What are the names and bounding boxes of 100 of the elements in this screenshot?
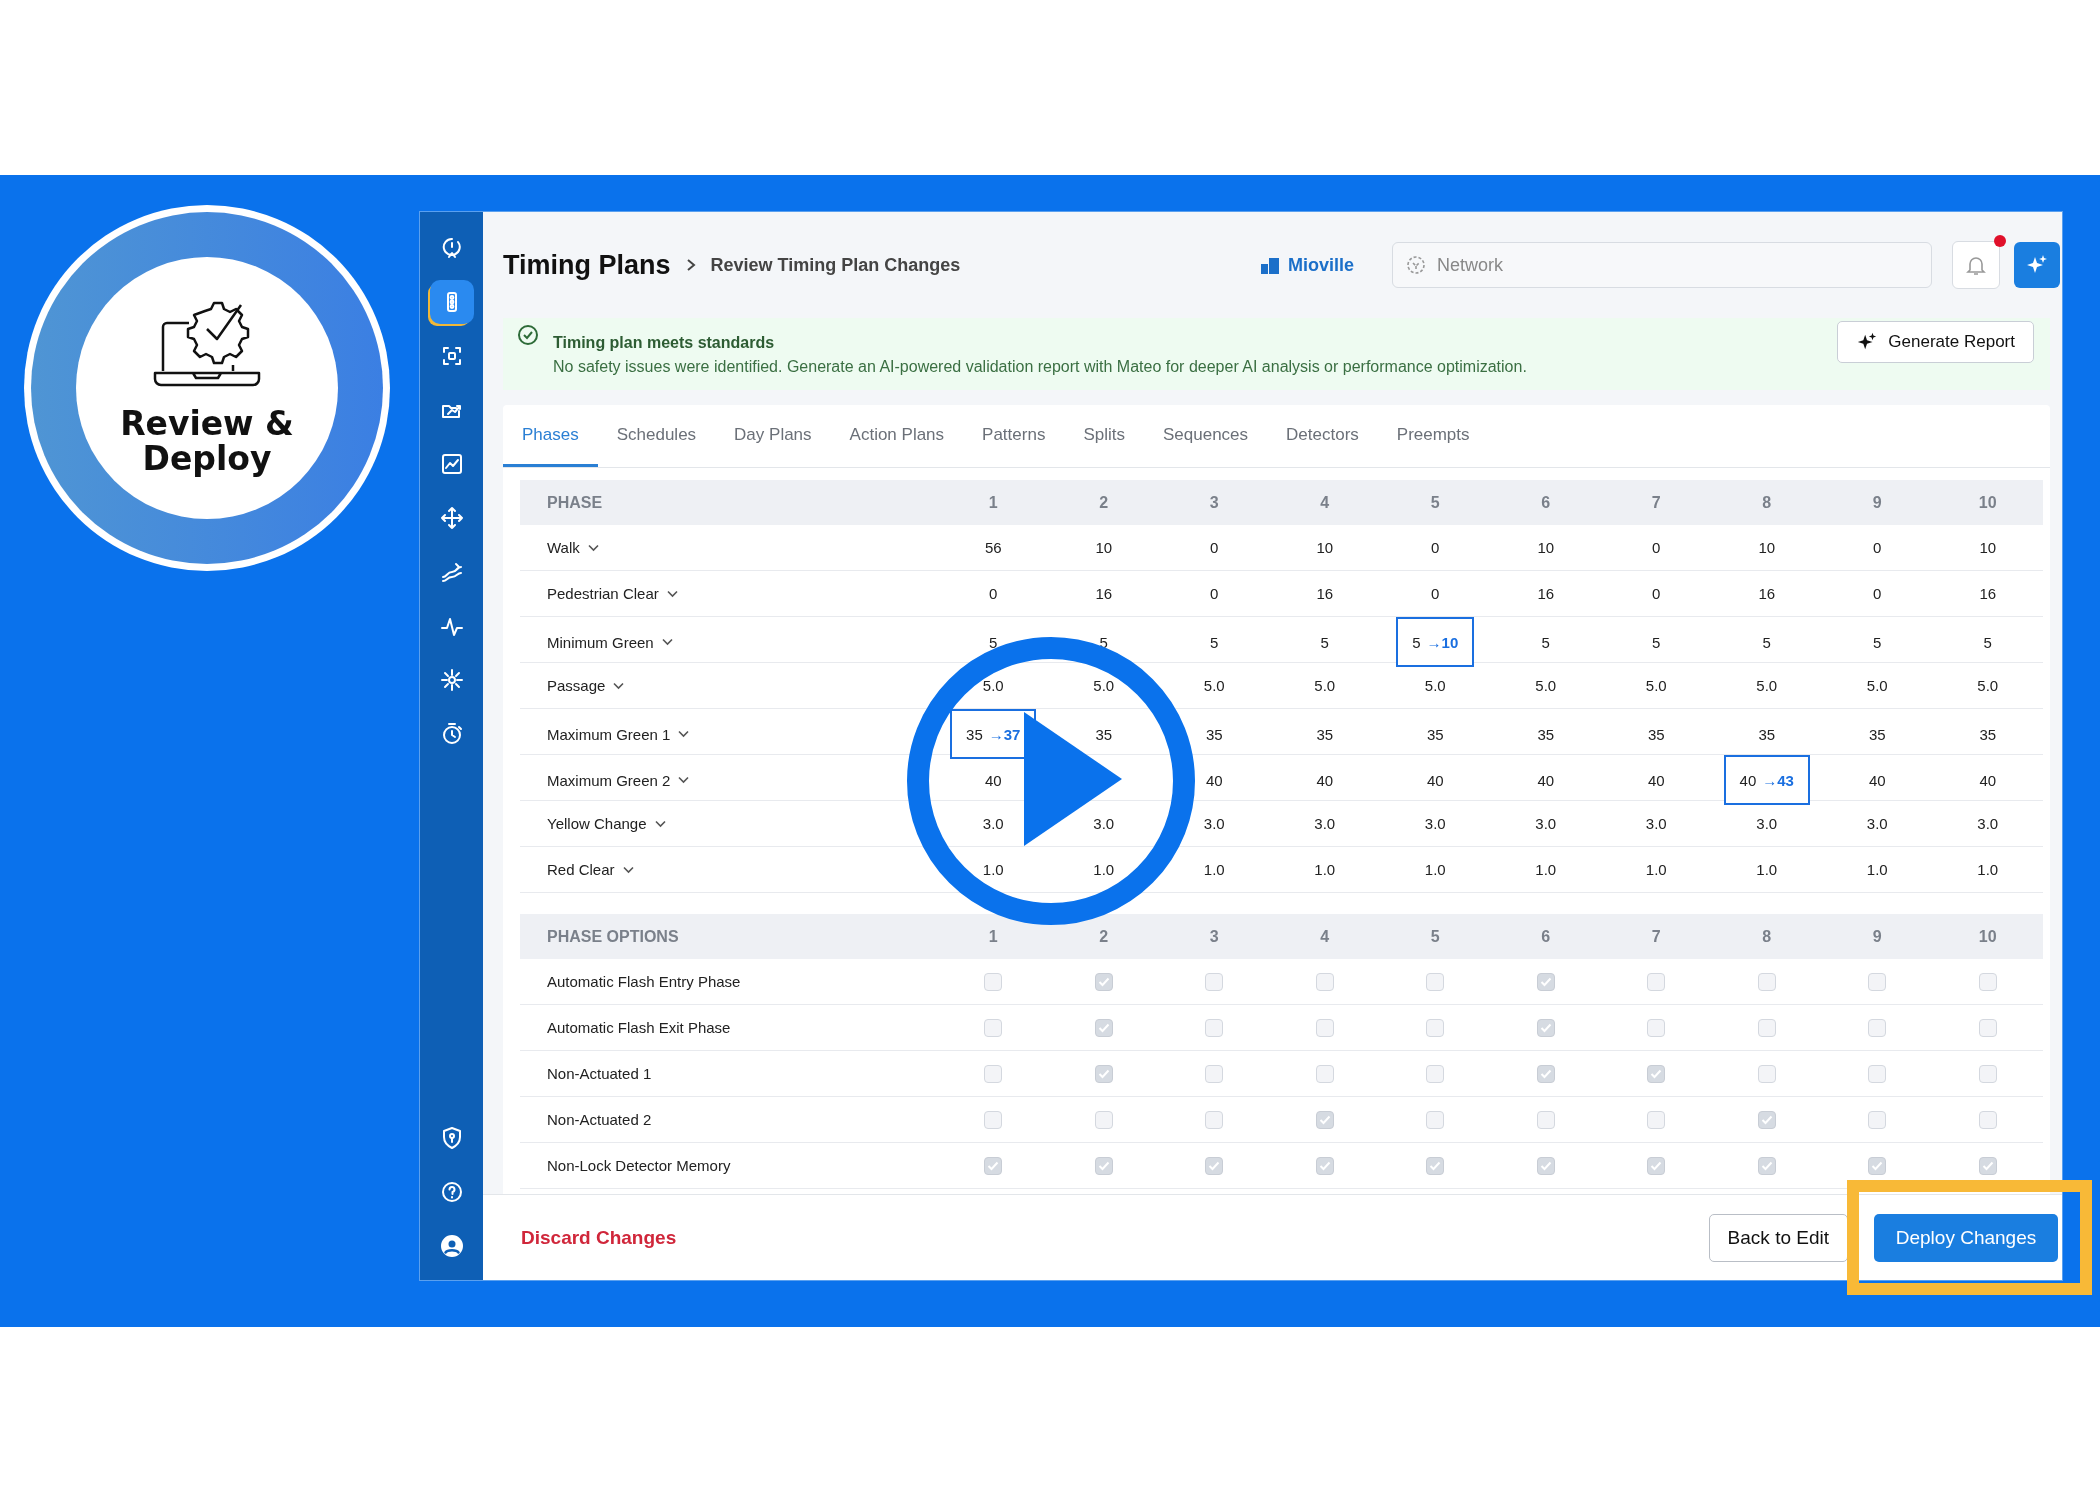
row-label[interactable]: Pedestrian Clear (520, 585, 938, 602)
row-label[interactable]: Walk (520, 539, 938, 556)
tab[interactable]: Preempts (1377, 405, 1489, 467)
notification-button[interactable] (1952, 241, 2000, 289)
checkbox[interactable] (1647, 1064, 1666, 1083)
checkbox[interactable] (1094, 1064, 1113, 1083)
checkbox[interactable] (1094, 1018, 1113, 1037)
checkbox[interactable] (1978, 972, 1997, 991)
row-label[interactable]: Yellow Change (520, 815, 938, 832)
checkbox[interactable] (1094, 972, 1113, 991)
checkbox[interactable] (1757, 1156, 1776, 1175)
check-icon (1650, 1160, 1663, 1171)
chevron-icon (678, 776, 690, 784)
tab[interactable]: Detectors (1267, 405, 1378, 467)
check-circle-icon (517, 324, 539, 346)
old-value: 5 (1412, 633, 1421, 651)
checkbox[interactable] (984, 972, 1003, 991)
checkbox[interactable] (1426, 1018, 1445, 1037)
checkbox[interactable] (1315, 1110, 1334, 1129)
checkbox[interactable] (1647, 1018, 1666, 1037)
table-title: PHASE (546, 493, 604, 512)
tab[interactable]: Splits (1064, 405, 1144, 467)
back-to-edit-button[interactable]: Back to Edit (1708, 1213, 1848, 1262)
checkbox[interactable] (1868, 972, 1887, 991)
row-label[interactable]: Minimum Green (520, 633, 938, 651)
checkbox[interactable] (1978, 1156, 1997, 1175)
row-label[interactable]: Maximum Green 2 (520, 771, 938, 789)
row-label[interactable]: Passage (520, 677, 938, 694)
checkbox[interactable] (1978, 1018, 1997, 1037)
row-title: Yellow Change (547, 815, 647, 832)
check-icon (1097, 1022, 1110, 1033)
checkbox[interactable] (1536, 1156, 1555, 1175)
checkbox[interactable] (1094, 1110, 1113, 1129)
checkbox[interactable] (1315, 972, 1334, 991)
column-header: 3 (1209, 493, 1219, 512)
assistant-button[interactable] (2014, 242, 2060, 288)
table-cell: 16 (1758, 585, 1776, 602)
play-button[interactable] (907, 637, 1195, 925)
table-cell: 1.0 (1424, 861, 1446, 878)
checkbox[interactable] (1426, 972, 1445, 991)
checkbox[interactable] (1426, 1110, 1445, 1129)
checkbox[interactable] (1426, 1156, 1445, 1175)
checkbox[interactable] (1647, 1110, 1666, 1129)
row-label[interactable]: Maximum Green 1 (520, 725, 938, 743)
table-cell: 16 (1095, 585, 1113, 602)
checkbox[interactable] (1315, 1156, 1334, 1175)
checkbox[interactable] (1536, 972, 1555, 991)
checkbox[interactable] (1647, 972, 1666, 991)
checkbox[interactable] (984, 1018, 1003, 1037)
checkbox[interactable] (1868, 1064, 1887, 1083)
checkbox[interactable] (1868, 1018, 1887, 1037)
sidebar-item[interactable] (429, 280, 474, 324)
check-icon (1760, 1114, 1773, 1125)
checkbox[interactable] (1205, 1018, 1224, 1037)
tab[interactable]: Schedules (597, 405, 716, 467)
checkbox[interactable] (1757, 1018, 1776, 1037)
checkbox[interactable] (1868, 1110, 1887, 1129)
checkbox[interactable] (984, 1110, 1003, 1129)
checkbox[interactable] (1536, 1110, 1555, 1129)
table-cell: 35 (1868, 725, 1886, 743)
table-cell: 1.0 (1977, 861, 1999, 878)
generate-report-button[interactable]: Generate Report (1837, 321, 2034, 363)
checkbox[interactable] (1978, 1064, 1997, 1083)
checkbox[interactable] (1205, 1110, 1224, 1129)
column-header: 1 (988, 493, 998, 512)
tab[interactable]: Day Plans (715, 405, 831, 467)
deploy-changes-button[interactable]: Deploy Changes (1874, 1213, 2058, 1262)
discard-changes-link[interactable]: Discard Changes (521, 1226, 1709, 1249)
chevron-icon (678, 730, 690, 738)
table-cell: 5 (1652, 633, 1661, 651)
checkbox[interactable] (1757, 1110, 1776, 1129)
row-label[interactable]: Red Clear (520, 861, 938, 878)
city-link[interactable]: Mioville (1288, 254, 1354, 276)
check-icon (1318, 1114, 1331, 1125)
checkbox[interactable] (984, 1064, 1003, 1083)
tab[interactable]: Sequences (1143, 405, 1268, 467)
tab[interactable]: Phases (503, 405, 598, 467)
breadcrumb[interactable]: Review Timing Plan Changes (710, 254, 961, 276)
checkbox[interactable] (1647, 1156, 1666, 1175)
checkbox[interactable] (1205, 1064, 1224, 1083)
checkbox[interactable] (1536, 1064, 1555, 1083)
checkbox[interactable] (1205, 1156, 1224, 1175)
checkbox[interactable] (1536, 1018, 1555, 1037)
table-cell: 35 (1316, 725, 1334, 743)
checkbox[interactable] (1315, 1018, 1334, 1037)
checkbox[interactable] (1205, 972, 1224, 991)
tab[interactable]: Action Plans (830, 405, 964, 467)
table-cell: 3.0 (1535, 815, 1557, 832)
checkbox[interactable] (1757, 972, 1776, 991)
search-field[interactable]: Network (1392, 242, 1932, 288)
checkbox[interactable] (1757, 1064, 1776, 1083)
checkbox[interactable] (984, 1156, 1003, 1175)
checkbox[interactable] (1426, 1064, 1445, 1083)
route-icon (439, 560, 464, 584)
checkbox[interactable] (1315, 1064, 1334, 1083)
tab[interactable]: Patterns (963, 405, 1065, 467)
checkbox[interactable] (1094, 1156, 1113, 1175)
new-value: →43 (1762, 771, 1794, 789)
checkbox[interactable] (1978, 1110, 1997, 1129)
checkbox[interactable] (1868, 1156, 1887, 1175)
